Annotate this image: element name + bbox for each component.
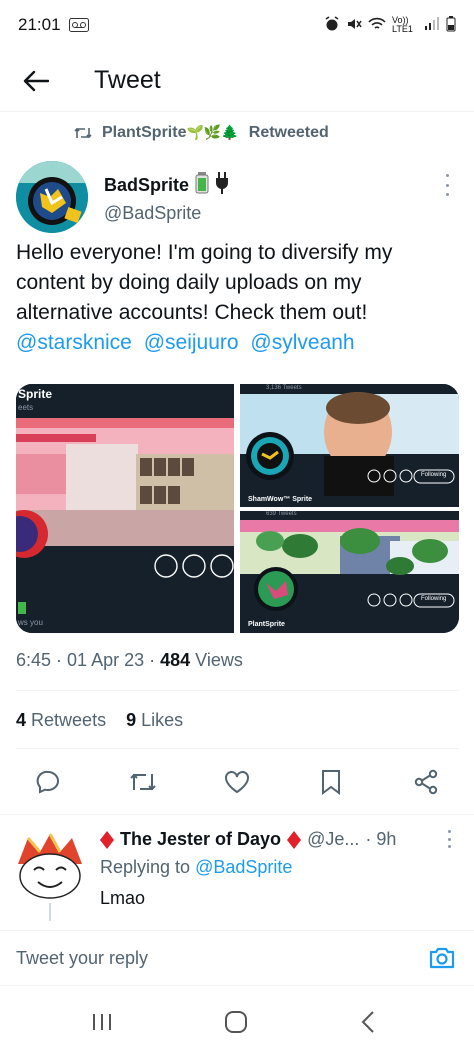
battery-icon (446, 15, 456, 35)
signal-icon (424, 16, 440, 34)
mention-link[interactable]: @sylveanh (250, 331, 354, 354)
media-name-fragment: Sprite (18, 387, 53, 401)
reply-composer: Tweet your reply (0, 930, 474, 986)
heart-icon (225, 771, 249, 794)
media-profile-name: PlantSprite (248, 621, 285, 628)
arrow-left-icon (23, 70, 49, 91)
battery-emoji-icon (195, 172, 209, 199)
diamond-icon (100, 830, 114, 849)
tweets-count-label: 639 Tweets (266, 511, 297, 517)
wifi-icon (368, 17, 386, 34)
tweets-count-label: 3,136 Tweets (266, 385, 302, 391)
replying-mention[interactable]: @BadSprite (195, 857, 292, 877)
tweet-line: alternative accounts! Check them out! (16, 301, 368, 324)
media-profile-name: ShamWow™ Sprite (248, 496, 313, 503)
status-bar: 21:01 Vo)) LTE1 (0, 0, 474, 50)
action-bar (0, 760, 474, 804)
reply-text: Lmao (100, 888, 146, 908)
status-time: 21:01 (18, 15, 61, 34)
following-button[interactable]: Following (421, 472, 446, 478)
mention-link[interactable]: @seijuuro (144, 331, 239, 354)
tweet-time: 6:45 (16, 650, 52, 670)
thread-line (49, 903, 51, 921)
retweet-button[interactable] (121, 760, 165, 804)
recent-apps-button[interactable] (80, 1002, 124, 1042)
like-button[interactable] (215, 760, 259, 804)
back-nav-button[interactable] (346, 1002, 390, 1042)
media-grid: Sprite eets ws you 3,136 Tweets ShamWow™… (16, 384, 459, 633)
network-label: Vo)) LTE1 (392, 15, 413, 34)
author-name: BadSprite (104, 175, 190, 195)
share-button[interactable] (404, 760, 448, 804)
divider (0, 814, 474, 815)
plug-emoji-icon (215, 172, 229, 199)
camera-icon (429, 947, 455, 969)
tweet-date: 01 Apr 23 (67, 650, 145, 670)
media-bottom-fragment: ws you (18, 618, 43, 627)
media-image[interactable]: 3,136 Tweets ShamWow™ Sprite Following (240, 384, 459, 507)
home-icon (225, 1011, 247, 1033)
avatar[interactable] (16, 161, 88, 233)
views-label: Views (195, 650, 243, 670)
author-handle: @BadSprite (104, 203, 202, 223)
top-app-bar: Tweet (0, 50, 474, 112)
chevron-left-icon (361, 1011, 374, 1033)
divider (16, 748, 459, 749)
replying-label: Replying to (100, 857, 191, 877)
tweet-line: content by doing daily uploads on my (16, 271, 362, 294)
divider (16, 690, 459, 691)
diamond-icon (287, 830, 302, 849)
reply-author-handle: @Je... (307, 829, 360, 849)
mention-link[interactable]: @starsknice (16, 331, 132, 354)
reply-time: · 9h (365, 829, 397, 849)
home-button[interactable] (214, 1002, 258, 1042)
retweeter-name: PlantSprite (102, 124, 187, 141)
likes-label: Likes (141, 710, 184, 730)
system-nav-bar (0, 990, 474, 1053)
retweet-small-icon (74, 127, 92, 139)
bookmark-button[interactable] (309, 760, 353, 804)
recent-apps-icon (93, 1014, 111, 1030)
reply-author-name: The Jester of Dayo (120, 829, 282, 849)
retweet-icon (130, 773, 156, 791)
reply-avatar[interactable] (14, 830, 86, 902)
tweet-body: Hello everyone! I'm going to diversify m… (16, 238, 462, 358)
reply-input[interactable]: Tweet your reply (16, 948, 420, 969)
reply-header[interactable]: The Jester of Dayo @Je... · 9h (100, 829, 396, 850)
page-title: Tweet (94, 66, 161, 94)
views-count: 484 (160, 650, 191, 670)
retweeted-by[interactable]: PlantSprite🌱🌿🌲 Retweeted (74, 124, 329, 142)
back-button[interactable] (0, 50, 72, 112)
retweets-stat[interactable]: 4 Retweets (16, 710, 106, 731)
share-icon (414, 769, 438, 795)
following-button[interactable]: Following (421, 596, 446, 602)
replying-to: Replying to @BadSprite (100, 857, 292, 878)
mentions: @starsknice @seijuuro @sylveanh (16, 328, 462, 358)
media-image[interactable]: 639 Tweets PlantSprite Following (240, 511, 459, 633)
retweeted-label: Retweeted (248, 124, 329, 141)
retweets-label: Retweets (31, 710, 107, 730)
likes-stat[interactable]: 9 Likes (126, 710, 183, 731)
tweet-line: Hello everyone! I'm going to diversify m… (16, 241, 393, 264)
mute-icon (346, 16, 362, 35)
tweet-stats: 4 Retweets 9 Likes (16, 710, 183, 731)
retweeter-emoji: 🌱🌿🌲 (186, 124, 239, 140)
camera-button[interactable] (420, 936, 464, 980)
voicemail-icon (68, 18, 89, 32)
media-sub-fragment: eets (18, 403, 34, 412)
bookmark-icon (322, 770, 340, 795)
alarm-icon (324, 15, 340, 35)
reply-icon (36, 770, 59, 794)
more-options-icon[interactable] (440, 174, 454, 196)
reply-more-options-icon[interactable] (446, 830, 452, 848)
retweets-count: 4 (16, 710, 27, 730)
author-block[interactable]: BadSprite @BadSprite (104, 172, 229, 224)
likes-count: 9 (126, 710, 137, 730)
media-image[interactable]: Sprite eets ws you (16, 384, 234, 633)
reply-button[interactable] (26, 760, 70, 804)
tweet-meta: 6:45 · 01 Apr 23 · 484 Views (16, 650, 243, 670)
